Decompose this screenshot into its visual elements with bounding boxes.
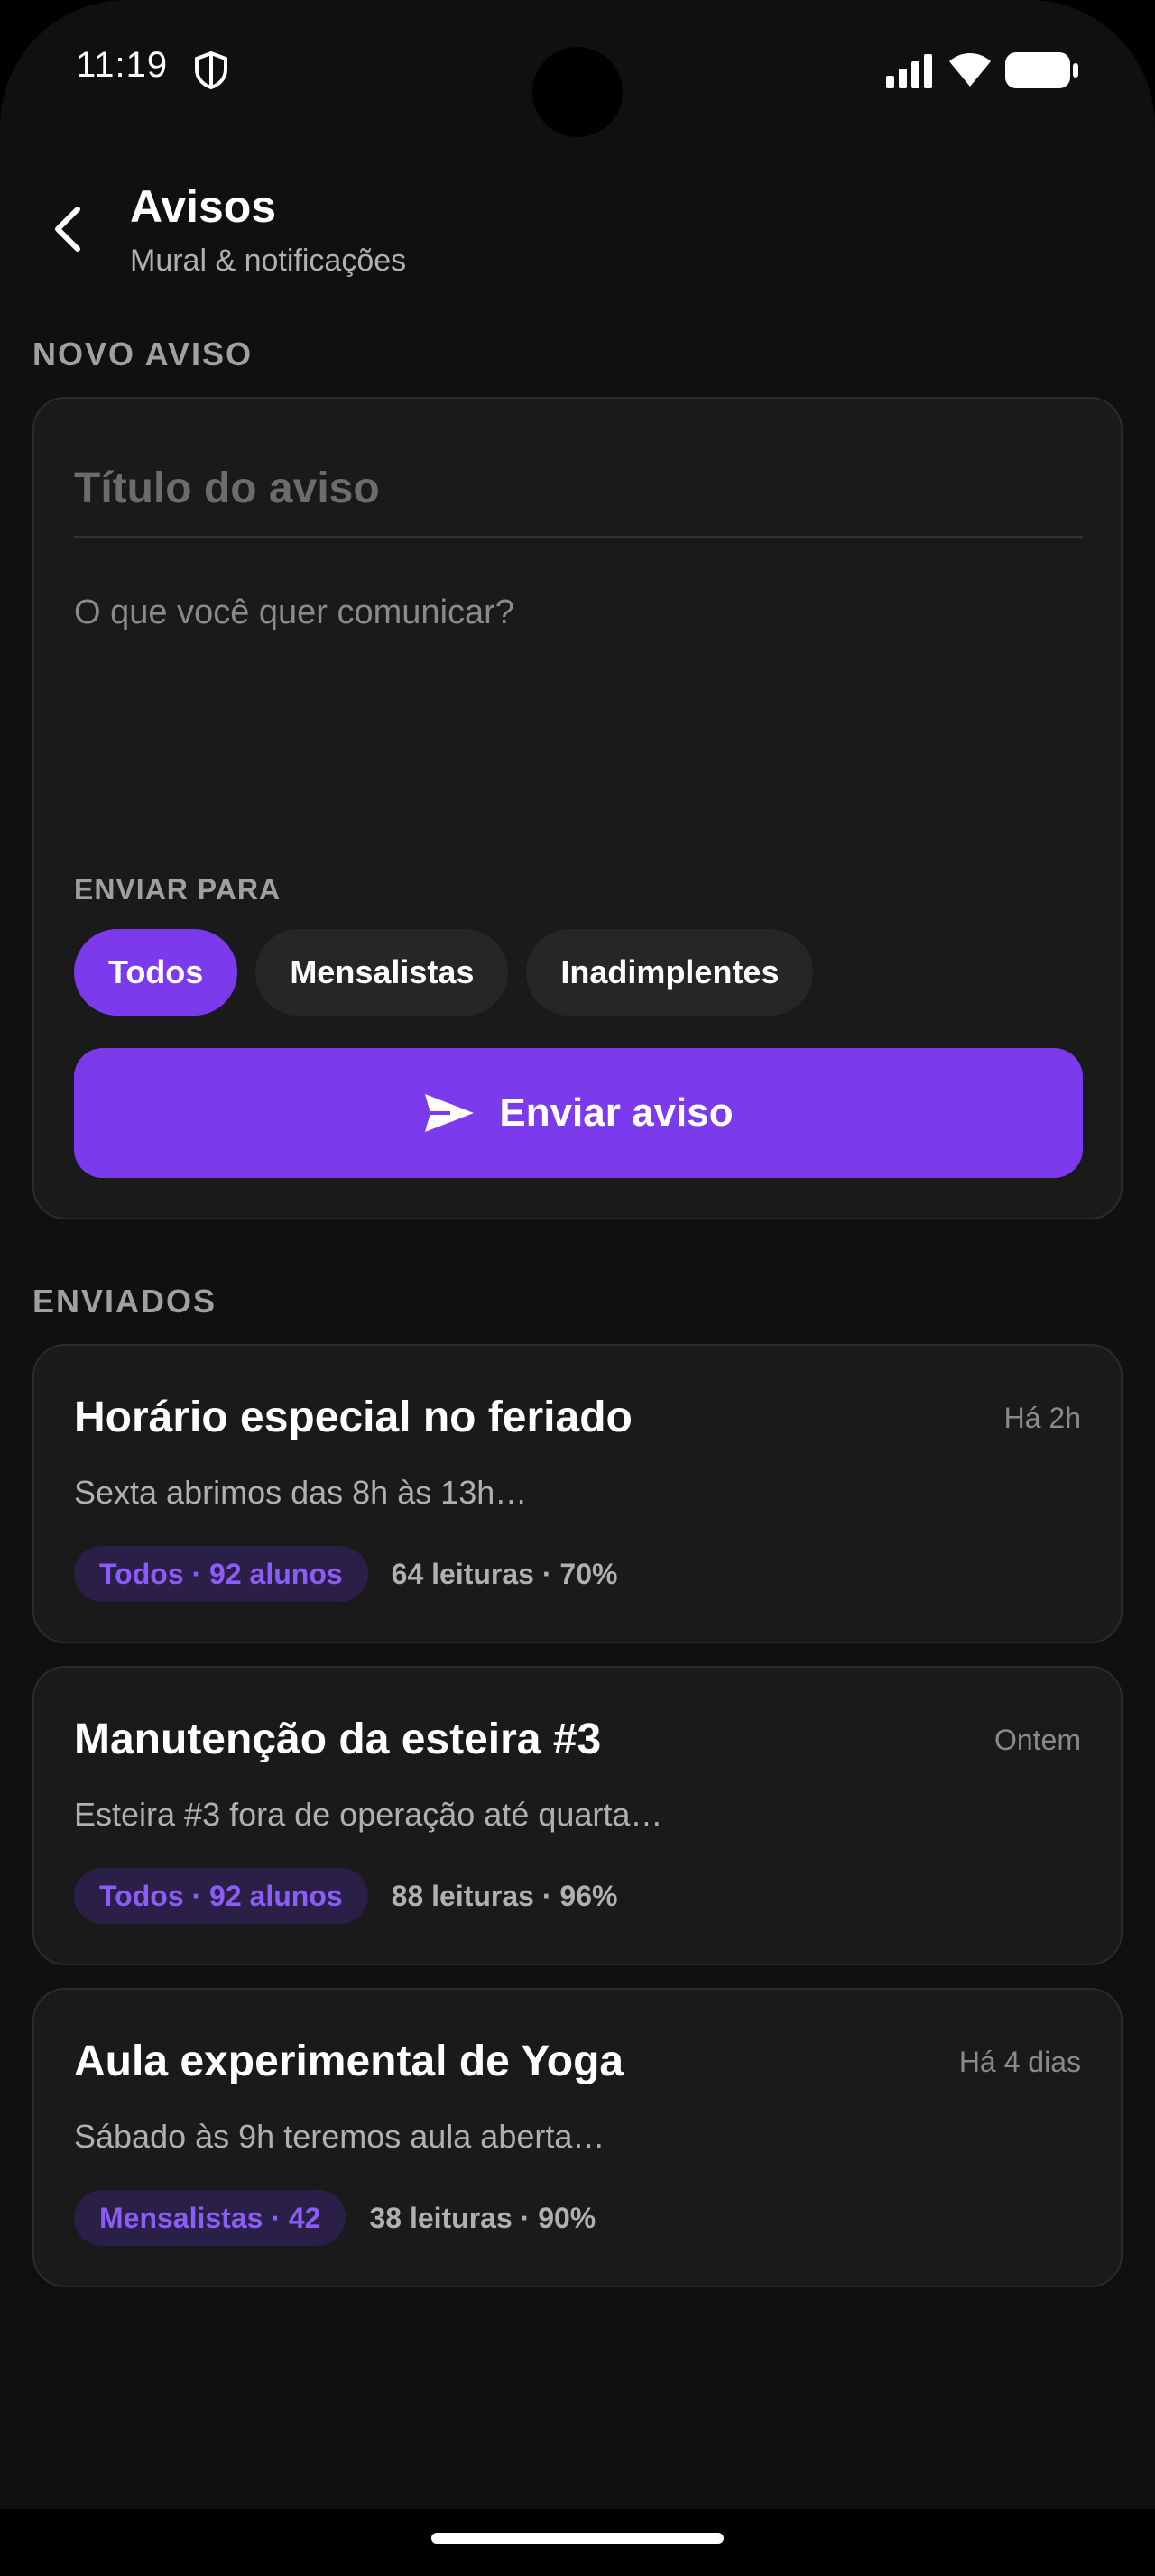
notice-time: Há 2h <box>1003 1402 1081 1434</box>
home-indicator[interactable] <box>431 2533 724 2544</box>
signal-icon <box>886 54 932 88</box>
notice-meta: Todos · 92 alunos 88 leituras · 96% <box>74 1868 617 1924</box>
notice-card[interactable]: Horário especial no feriado Há 2h Sexta … <box>32 1344 1123 1643</box>
notice-title: Manutenção da esteira #3 <box>74 1716 602 1763</box>
audience-chip-mensalistas[interactable]: Mensalistas <box>255 929 509 1016</box>
audience-chip-todos[interactable]: Todos <box>74 929 238 1016</box>
back-button[interactable] <box>42 197 92 262</box>
notice-card[interactable]: Aula experimental de Yoga Há 4 dias Sába… <box>32 1988 1123 2287</box>
camera-cutout <box>532 47 623 137</box>
audience-chips: Todos Mensalistas Inadimplentes <box>74 929 814 1016</box>
reads-count: 88 leituras · 96% <box>391 1879 618 1912</box>
screen: 11:19 Avisos Mural & notificações NOVO A… <box>0 0 1155 2576</box>
reads-count: 38 leituras · 90% <box>369 2201 596 2234</box>
sent-section-label: ENVIADOS <box>32 1283 217 1320</box>
audience-chip-inadimplentes[interactable]: Inadimplentes <box>526 929 814 1016</box>
send-notice-button[interactable]: Enviar aviso <box>74 1048 1083 1178</box>
wifi-icon <box>949 53 991 87</box>
audience-badge: Mensalistas · 42 <box>74 2190 346 2246</box>
notice-preview: Sábado às 9h teremos aula aberta… <box>74 2118 605 2155</box>
notice-body-input[interactable] <box>74 593 1083 828</box>
battery-icon <box>1005 52 1078 88</box>
new-notice-section-label: NOVO AVISO <box>32 336 254 373</box>
shield-icon <box>195 51 227 90</box>
page-subtitle: Mural & notificações <box>130 244 407 278</box>
notice-title-input[interactable] <box>74 462 1083 538</box>
compose-card: ENVIAR PARA Todos Mensalistas Inadimplen… <box>32 397 1123 1219</box>
notice-title: Horário especial no feriado <box>74 1394 633 1441</box>
notice-preview: Esteira #3 fora de operação até quarta… <box>74 1796 663 1833</box>
send-icon <box>425 1094 475 1132</box>
notice-meta: Todos · 92 alunos 64 leituras · 70% <box>74 1546 617 1602</box>
status-time: 11:19 <box>76 45 169 85</box>
notice-title: Aula experimental de Yoga <box>74 2038 624 2085</box>
notice-time: Ontem <box>993 1724 1081 1756</box>
send-button-label: Enviar aviso <box>499 1090 734 1135</box>
notice-meta: Mensalistas · 42 38 leituras · 90% <box>74 2190 596 2246</box>
audience-badge: Todos · 92 alunos <box>74 1868 368 1924</box>
reads-count: 64 leituras · 70% <box>391 1557 618 1590</box>
send-to-label: ENVIAR PARA <box>74 873 282 906</box>
audience-badge: Todos · 92 alunos <box>74 1546 368 1602</box>
page-title: Avisos <box>130 181 277 232</box>
notice-card[interactable]: Manutenção da esteira #3 Ontem Esteira #… <box>32 1666 1123 1965</box>
notice-time: Há 4 dias <box>958 2046 1081 2078</box>
status-bar: 11:19 <box>0 0 1155 137</box>
notice-preview: Sexta abrimos das 8h às 13h… <box>74 1474 528 1511</box>
chevron-left-icon <box>55 207 80 252</box>
